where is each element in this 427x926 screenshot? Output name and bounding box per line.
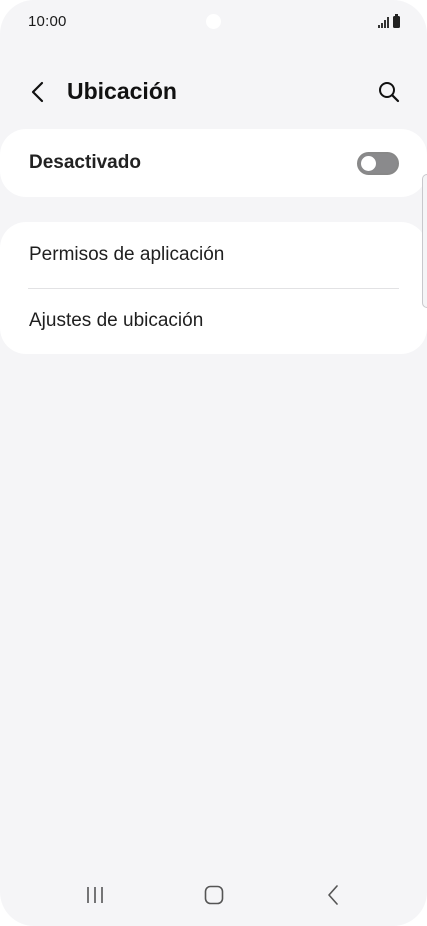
- list-item-label: Permisos de aplicación: [29, 244, 225, 265]
- back-icon: [328, 885, 338, 905]
- list-item-location-settings[interactable]: Ajustes de ubicación: [0, 288, 427, 354]
- status-icons: [378, 14, 400, 28]
- status-time: 10:00: [28, 13, 67, 30]
- scroll-indicator[interactable]: [422, 174, 427, 308]
- front-camera: [206, 14, 221, 29]
- location-toggle-label: Desactivado: [29, 152, 141, 173]
- home-icon: [204, 885, 224, 905]
- navigation-bar: [0, 866, 427, 926]
- list-item-label: Ajustes de ubicación: [29, 310, 204, 331]
- list-item-app-permissions[interactable]: Permisos de aplicación: [0, 222, 427, 288]
- location-toggle-card[interactable]: Desactivado: [0, 129, 427, 197]
- app-header: Ubicación: [0, 66, 427, 118]
- phone-screen: 10:00 Ubicación Desactivado Permisos de …: [0, 0, 427, 926]
- signal-icon: [378, 17, 389, 28]
- location-toggle-switch[interactable]: [357, 152, 399, 175]
- home-button[interactable]: [194, 880, 234, 910]
- recents-button[interactable]: [75, 880, 115, 910]
- status-bar: 10:00: [0, 0, 427, 44]
- search-button[interactable]: [373, 76, 405, 108]
- search-icon: [379, 82, 400, 103]
- page-title: Ubicación: [67, 78, 177, 104]
- battery-icon: [393, 14, 400, 28]
- recents-icon: [87, 887, 103, 903]
- settings-list-card: Permisos de aplicación Ajustes de ubicac…: [0, 222, 427, 354]
- chevron-left-icon: [31, 81, 44, 103]
- back-button[interactable]: [22, 76, 54, 108]
- toggle-knob: [361, 156, 376, 171]
- nav-back-button[interactable]: [313, 880, 353, 910]
